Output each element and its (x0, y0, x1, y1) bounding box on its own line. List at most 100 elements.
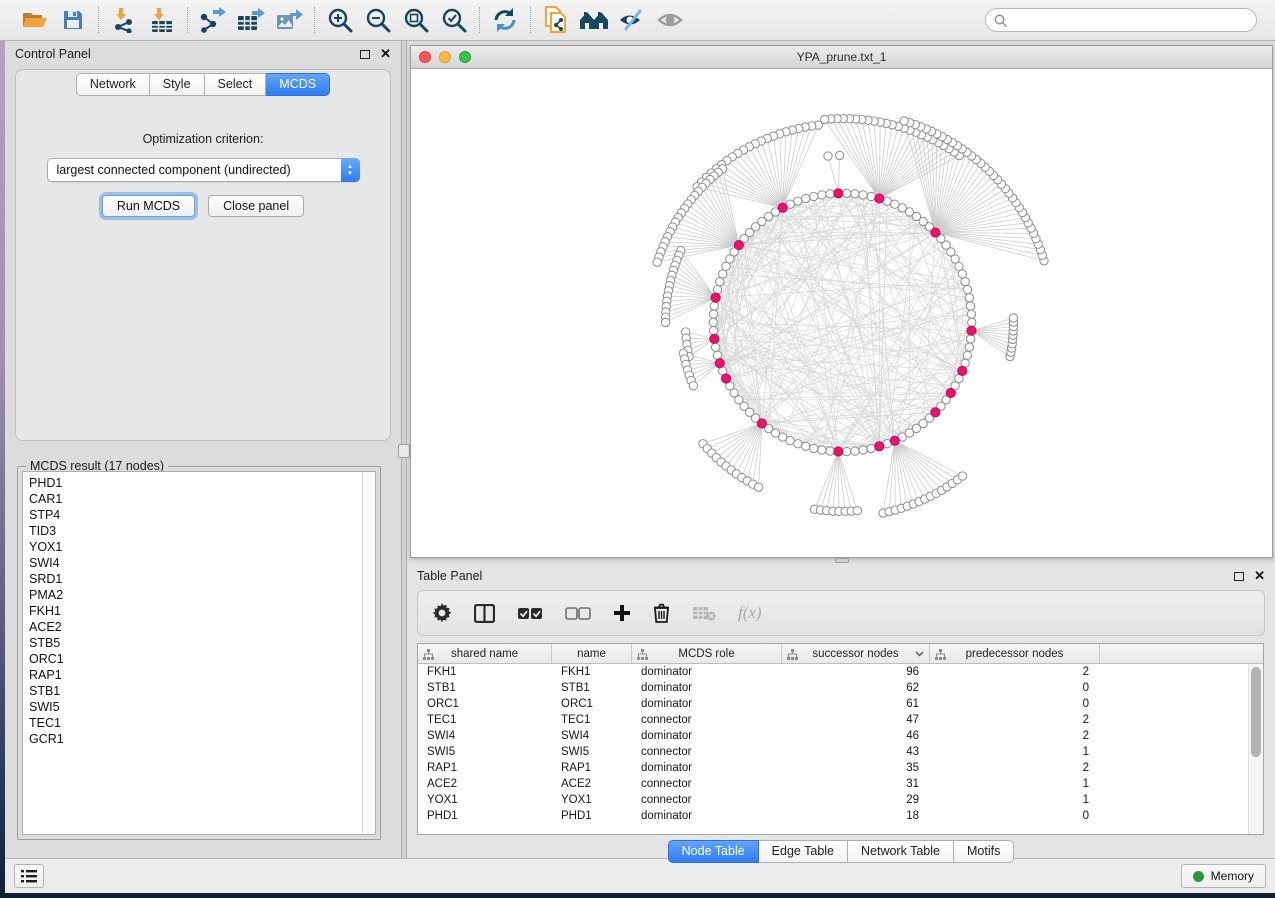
delete-table-icon[interactable] (692, 605, 716, 621)
export-network-icon[interactable] (196, 5, 230, 35)
network-canvas[interactable] (411, 69, 1272, 557)
optimization-criterion-select[interactable]: largest connected component (undirected)… (47, 158, 360, 182)
main-content: Control Panel ✕ Optimization criterion: … (5, 41, 1275, 858)
refresh-view-icon[interactable] (488, 5, 522, 35)
zoom-in-icon[interactable] (323, 5, 357, 35)
export-image-icon[interactable] (272, 5, 306, 35)
search-icon (994, 14, 1007, 27)
select-all-icon[interactable] (517, 607, 543, 620)
tab-network-table[interactable]: Network Table (848, 840, 954, 863)
zoom-fit-icon[interactable] (399, 5, 433, 35)
delete-column-icon[interactable] (653, 603, 670, 623)
tab-style[interactable]: Style (150, 73, 205, 96)
close-panel-icon[interactable]: ✕ (380, 49, 391, 59)
mcds-result-item[interactable]: STB5 (29, 635, 362, 651)
table-settings-icon[interactable] (432, 603, 452, 623)
column-header-shared-name[interactable]: shared name (418, 644, 552, 663)
tab-node-table[interactable]: Node Table (668, 840, 759, 863)
mcds-result-item[interactable]: GCR1 (29, 731, 362, 747)
float-panel-icon[interactable] (360, 50, 370, 59)
zoom-selected-icon[interactable] (437, 5, 471, 35)
table-scrollbar-thumb[interactable] (1251, 667, 1261, 757)
zoom-out-icon[interactable] (361, 5, 395, 35)
mcds-result-item[interactable]: TEC1 (29, 715, 362, 731)
close-panel-button[interactable]: Close panel (208, 195, 304, 217)
export-table-icon[interactable] (234, 5, 268, 35)
mcds-result-item[interactable]: YOX1 (29, 539, 362, 555)
mcds-result-item[interactable]: ORC1 (29, 651, 362, 667)
toggle-panel-icon[interactable] (474, 604, 495, 623)
table-panel-title: Table Panel (417, 569, 482, 583)
network-window-titlebar: YPA_prune.txt_1 (411, 46, 1272, 69)
table-row[interactable]: PHD1PHD1dominator180 (418, 808, 1248, 824)
table-cell: TEC1 (552, 712, 632, 728)
control-panel: Control Panel ✕ Optimization criterion: … (5, 41, 401, 858)
first-neighbors-icon[interactable] (577, 5, 611, 35)
table-row[interactable]: ACE2ACE2connector311 (418, 776, 1248, 792)
table-cell: SWI4 (552, 728, 632, 744)
close-panel-icon[interactable]: ✕ (1254, 571, 1265, 581)
table-cell: connector (632, 792, 782, 808)
mcds-result-item[interactable]: ACE2 (29, 619, 362, 635)
node-table-body: FKH1FKH1dominator962STB1STB1dominator620… (418, 664, 1248, 834)
table-cell: 62 (782, 680, 930, 696)
memory-status-icon (1193, 871, 1204, 882)
mcds-result-item[interactable]: CAR1 (29, 491, 362, 507)
float-panel-icon[interactable] (1234, 572, 1244, 581)
table-row[interactable]: ORC1ORC1dominator610 (418, 696, 1248, 712)
table-row[interactable]: FKH1FKH1dominator962 (418, 664, 1248, 680)
table-row[interactable]: SWI4SWI4dominator462 (418, 728, 1248, 744)
add-column-icon[interactable] (613, 604, 631, 622)
memory-button[interactable]: Memory (1181, 864, 1266, 888)
tab-select[interactable]: Select (205, 73, 267, 96)
hide-selected-icon[interactable] (615, 5, 649, 35)
table-cell: 0 (930, 680, 1100, 696)
save-session-icon[interactable] (56, 5, 90, 35)
tab-mcds[interactable]: MCDS (266, 73, 330, 96)
column-header-MCDS-role[interactable]: MCDS role (632, 644, 782, 663)
clone-network-icon[interactable] (539, 5, 573, 35)
search-box (985, 8, 1257, 32)
table-cell: 31 (782, 776, 930, 792)
function-builder-icon[interactable]: f(x) (738, 603, 762, 623)
open-file-icon[interactable] (18, 5, 52, 35)
column-header-predecessor-nodes[interactable]: predecessor nodes (930, 644, 1100, 663)
import-table-icon[interactable] (145, 5, 179, 35)
table-cell: 29 (782, 792, 930, 808)
mcds-result-item[interactable]: PHD1 (29, 475, 362, 491)
table-row[interactable]: SWI5SWI5connector431 (418, 744, 1248, 760)
mcds-result-item[interactable]: SWI5 (29, 699, 362, 715)
mcds-result-list[interactable]: PHD1CAR1STP4TID3YOX1SWI4SRD1PMA2FKH1ACE2… (23, 472, 362, 834)
column-header-name[interactable]: name (552, 644, 632, 663)
search-input[interactable] (1012, 13, 1248, 27)
table-scrollbar[interactable] (1248, 664, 1263, 834)
mcds-result-item[interactable]: FKH1 (29, 603, 362, 619)
mcds-result-item[interactable]: STP4 (29, 507, 362, 523)
tab-network[interactable]: Network (76, 73, 150, 96)
mcds-result-item[interactable]: PMA2 (29, 587, 362, 603)
table-cell: 61 (782, 696, 930, 712)
memory-label: Memory (1211, 869, 1254, 883)
mcds-result-item[interactable]: TID3 (29, 523, 362, 539)
table-cell: 1 (930, 744, 1100, 760)
table-cell: TEC1 (418, 712, 552, 728)
deselect-all-icon[interactable] (565, 607, 591, 620)
import-network-icon[interactable] (107, 5, 141, 35)
column-header-successor-nodes[interactable]: successor nodes (782, 644, 930, 663)
mcds-result-item[interactable]: STB1 (29, 683, 362, 699)
tab-edge-table[interactable]: Edge Table (759, 840, 848, 863)
mcds-list-scrollbar[interactable] (362, 472, 375, 834)
mcds-result-item[interactable]: SWI4 (29, 555, 362, 571)
table-cell: PHD1 (552, 808, 632, 824)
mcds-result-item[interactable]: SRD1 (29, 571, 362, 587)
run-mcds-button[interactable]: Run MCDS (102, 195, 195, 217)
table-row[interactable]: RAP1RAP1dominator352 (418, 760, 1248, 776)
table-cell: 47 (782, 712, 930, 728)
show-all-icon[interactable] (653, 5, 687, 35)
tab-motifs[interactable]: Motifs (954, 840, 1014, 863)
table-row[interactable]: TEC1TEC1connector472 (418, 712, 1248, 728)
table-row[interactable]: YOX1YOX1connector291 (418, 792, 1248, 808)
mcds-result-item[interactable]: RAP1 (29, 667, 362, 683)
task-history-button[interactable] (14, 864, 44, 888)
table-row[interactable]: STB1STB1dominator620 (418, 680, 1248, 696)
